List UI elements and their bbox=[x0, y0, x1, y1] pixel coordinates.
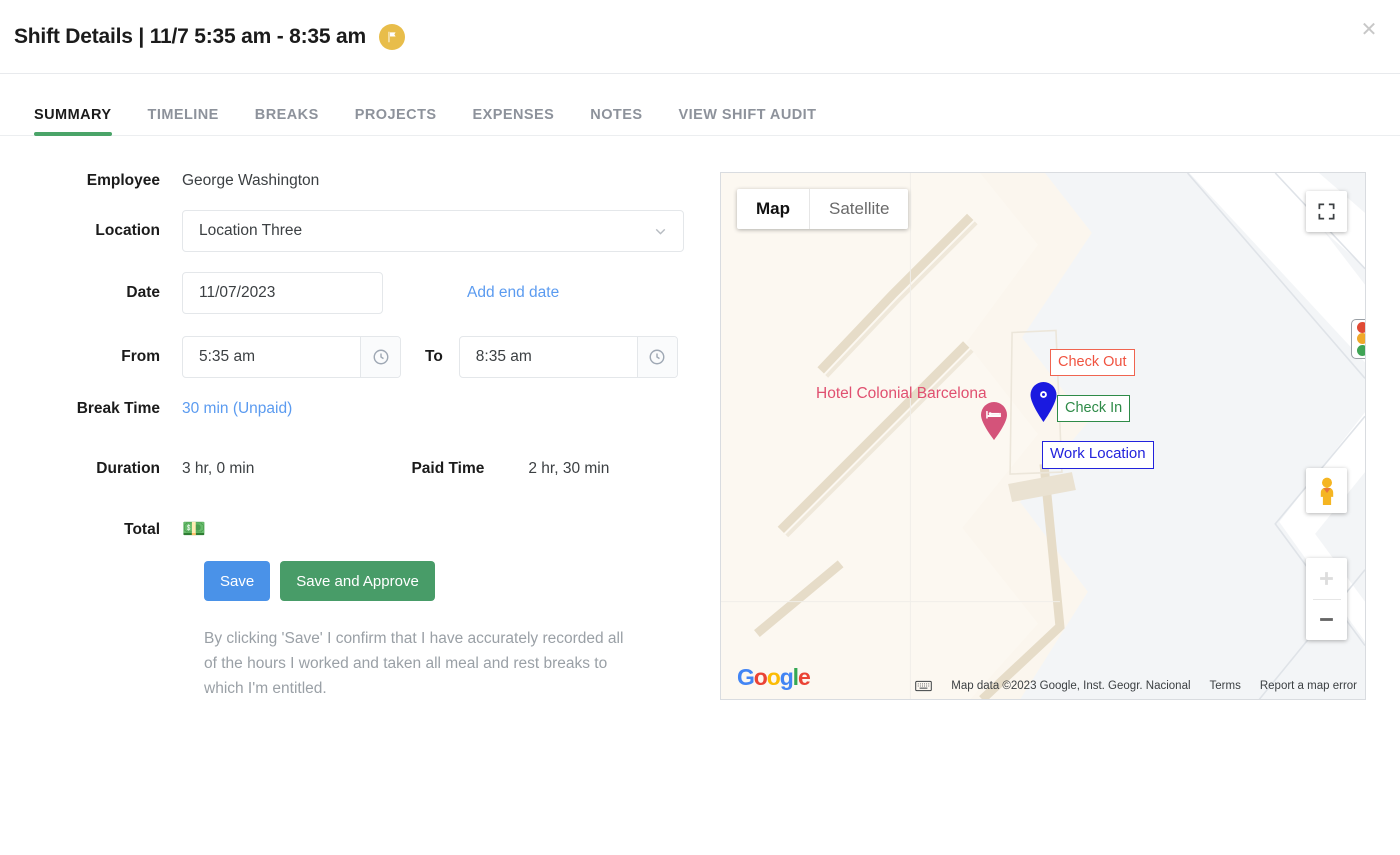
total-row: Total 💵 bbox=[34, 520, 700, 539]
add-end-date-link[interactable]: Add end date bbox=[467, 284, 559, 302]
employee-value: George Washington bbox=[182, 172, 319, 190]
action-buttons: Save Save and Approve bbox=[204, 561, 700, 601]
map-attribution-text: Map data ©2023 Google, Inst. Geogr. Naci… bbox=[951, 680, 1190, 692]
employee-label: Employee bbox=[34, 172, 182, 190]
minus-icon[interactable] bbox=[1306, 599, 1347, 640]
to-time-input[interactable]: 8:35 am bbox=[459, 336, 678, 378]
tab-view-shift-audit[interactable]: VIEW SHIFT AUDIT bbox=[678, 107, 816, 135]
break-time-link[interactable]: 30 min (Unpaid) bbox=[182, 400, 292, 418]
tab-summary[interactable]: SUMMARY bbox=[34, 107, 112, 135]
location-label: Location bbox=[34, 222, 182, 240]
tab-bar: SUMMARY TIMELINE BREAKS PROJECTS EXPENSE… bbox=[0, 74, 1400, 136]
time-range-row: From 5:35 am To 8:35 am bbox=[34, 336, 700, 378]
map-tiles bbox=[721, 173, 1365, 699]
map-panel: Hotel Colonial Barcelona bbox=[720, 172, 1366, 701]
tab-expenses[interactable]: EXPENSES bbox=[473, 107, 555, 135]
map-report-error-link[interactable]: Report a map error bbox=[1260, 680, 1357, 692]
to-time-value: 8:35 am bbox=[460, 348, 637, 366]
google-map[interactable]: Hotel Colonial Barcelona bbox=[720, 172, 1366, 700]
save-and-approve-button[interactable]: Save and Approve bbox=[280, 561, 435, 601]
to-label: To bbox=[425, 348, 443, 366]
date-row: Date 11/07/2023 Add end date bbox=[34, 272, 700, 314]
tab-timeline[interactable]: TIMELINE bbox=[148, 107, 219, 135]
flag-icon bbox=[379, 24, 405, 50]
date-input[interactable]: 11/07/2023 bbox=[182, 272, 383, 314]
tab-notes[interactable]: NOTES bbox=[590, 107, 642, 135]
map-label-check-in: Check In bbox=[1057, 395, 1130, 422]
chevron-down-icon bbox=[652, 223, 669, 240]
total-label: Total bbox=[34, 521, 182, 539]
duration-label: Duration bbox=[34, 460, 182, 478]
poi-label-hotel: Hotel Colonial Barcelona bbox=[816, 385, 987, 403]
close-icon[interactable]: ✕ bbox=[1356, 16, 1382, 42]
clock-icon[interactable] bbox=[360, 337, 400, 377]
dialog-header: Shift Details | 11/7 5:35 am - 8:35 am ✕ bbox=[0, 0, 1400, 74]
fullscreen-icon[interactable] bbox=[1306, 191, 1347, 232]
from-label: From bbox=[34, 348, 182, 366]
employee-row: Employee George Washington bbox=[34, 172, 700, 190]
map-type-switcher: Map Satellite bbox=[737, 189, 908, 229]
map-zoom-controls bbox=[1306, 558, 1347, 640]
date-value: 11/07/2023 bbox=[199, 284, 275, 302]
map-label-work-location: Work Location bbox=[1042, 441, 1154, 469]
break-time-label: Break Time bbox=[34, 400, 182, 418]
map-type-satellite-button[interactable]: Satellite bbox=[810, 189, 908, 229]
location-select[interactable]: Location Three bbox=[182, 210, 684, 252]
from-time-value: 5:35 am bbox=[183, 348, 360, 366]
tab-breaks[interactable]: BREAKS bbox=[255, 107, 319, 135]
paid-time-value: 2 hr, 30 min bbox=[528, 460, 609, 478]
map-label-check-out: Check Out bbox=[1050, 349, 1135, 376]
location-selected-value: Location Three bbox=[199, 222, 302, 240]
map-type-map-button[interactable]: Map bbox=[737, 189, 810, 229]
page-title: Shift Details | 11/7 5:35 am - 8:35 am bbox=[14, 25, 366, 49]
duration-row: Duration 3 hr, 0 min Paid Time 2 hr, 30 … bbox=[34, 460, 700, 478]
banknote-icon: 💵 bbox=[182, 520, 206, 539]
keyboard-shortcuts-icon[interactable] bbox=[915, 680, 932, 692]
break-time-row: Break Time 30 min (Unpaid) bbox=[34, 400, 700, 418]
duration-value: 3 hr, 0 min bbox=[182, 460, 254, 478]
disclaimer-text: By clicking 'Save' I confirm that I have… bbox=[204, 627, 624, 701]
tab-projects[interactable]: PROJECTS bbox=[355, 107, 437, 135]
map-pin-icon[interactable] bbox=[1029, 381, 1058, 428]
plus-icon[interactable] bbox=[1306, 558, 1347, 599]
main-content: Employee George Washington Location Loca… bbox=[0, 136, 1400, 701]
save-button[interactable]: Save bbox=[204, 561, 270, 601]
map-attribution-bar: Map data ©2023 Google, Inst. Geogr. Naci… bbox=[721, 673, 1365, 699]
street-view-pegman-icon[interactable] bbox=[1306, 468, 1347, 513]
shift-form: Employee George Washington Location Loca… bbox=[34, 172, 700, 701]
date-label: Date bbox=[34, 284, 182, 302]
traffic-light-icon[interactable] bbox=[1351, 319, 1366, 359]
paid-time-label: Paid Time bbox=[358, 460, 506, 478]
location-row: Location Location Three bbox=[34, 210, 700, 252]
map-terms-link[interactable]: Terms bbox=[1210, 680, 1241, 692]
hotel-bed-marker-icon bbox=[979, 401, 1009, 446]
clock-icon[interactable] bbox=[637, 337, 677, 377]
from-time-input[interactable]: 5:35 am bbox=[182, 336, 401, 378]
